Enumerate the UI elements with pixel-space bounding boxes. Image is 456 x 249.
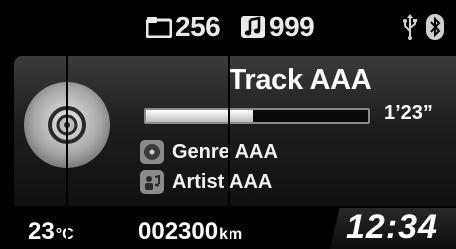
folder-count: 256 bbox=[146, 11, 221, 42]
genre-row: Genre AAA bbox=[140, 140, 278, 164]
music-note-icon bbox=[241, 16, 265, 38]
artist-row: Artist AAA bbox=[140, 170, 272, 194]
temperature-value: 23 bbox=[28, 218, 55, 245]
odometer: 002300km bbox=[138, 218, 242, 246]
odometer-value: 002300 bbox=[138, 218, 219, 245]
artist-icon bbox=[140, 170, 164, 194]
progress-bar-fill bbox=[146, 110, 253, 122]
now-playing-panel: Track AAA 1’23” Genre AAA Artist AAA bbox=[14, 56, 456, 206]
folder-count-value: 256 bbox=[175, 11, 221, 42]
track-title: Track AAA bbox=[228, 64, 372, 96]
clock-time: 12:34 bbox=[346, 208, 438, 246]
genre-label: Genre AAA bbox=[172, 140, 278, 163]
clock: 12:34 bbox=[330, 206, 456, 249]
temperature-unit: °C bbox=[55, 226, 74, 243]
track-count-value: 999 bbox=[269, 11, 315, 42]
usb-icon bbox=[403, 14, 417, 40]
odometer-unit: km bbox=[219, 226, 243, 243]
callout-line-2-tick bbox=[228, 50, 456, 52]
genre-icon bbox=[140, 140, 164, 164]
callout-line-3-tick bbox=[258, 206, 456, 208]
track-count: 999 bbox=[240, 11, 315, 42]
bluetooth-icon bbox=[426, 14, 444, 40]
callout-line-1 bbox=[66, 0, 68, 249]
folder-icon bbox=[146, 17, 172, 38]
artist-label: Artist AAA bbox=[172, 170, 273, 193]
callout-line-2 bbox=[228, 50, 230, 249]
elapsed-time: 1’23” bbox=[384, 102, 433, 124]
progress-bar bbox=[144, 108, 370, 124]
audio-display: 256 999 Track AAA 1’23” Genre AAA Artist… bbox=[0, 0, 456, 249]
callout-line-3 bbox=[258, 206, 260, 249]
